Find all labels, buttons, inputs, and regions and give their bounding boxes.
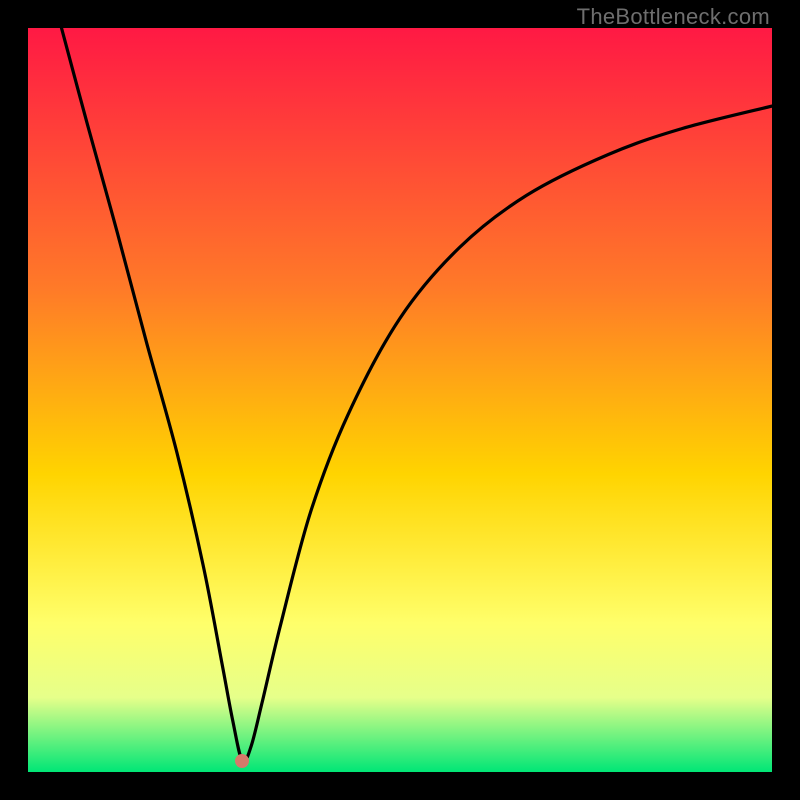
optimum-point-icon: [235, 754, 249, 768]
chart-frame: TheBottleneck.com: [0, 0, 800, 800]
plot-area: [28, 28, 772, 772]
bottleneck-curve: [28, 28, 772, 772]
watermark-label: TheBottleneck.com: [577, 4, 770, 30]
